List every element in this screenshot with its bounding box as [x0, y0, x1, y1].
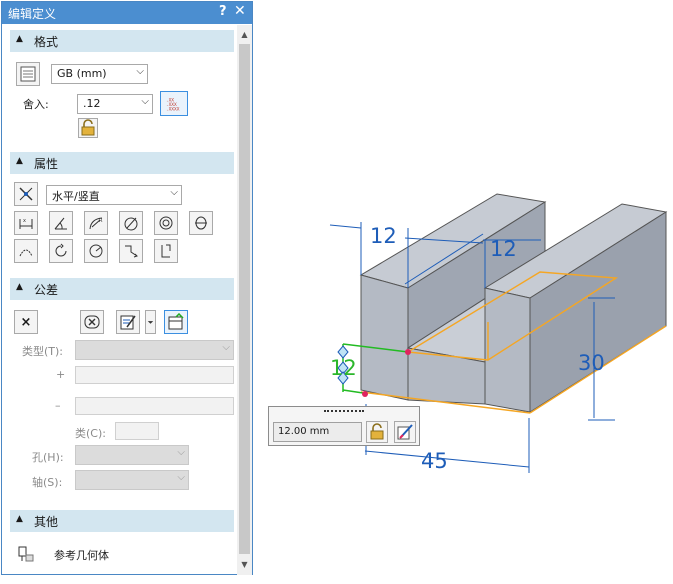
svg-text:x: x — [23, 218, 26, 224]
chevron-down-icon: ⌵ — [136, 66, 144, 77]
chevron-down-icon: ⌵ — [222, 342, 230, 353]
arc-angle-icon[interactable] — [49, 239, 73, 263]
symmetric-diameter-icon[interactable] — [189, 211, 213, 235]
leader-dimension-icon[interactable] — [119, 239, 143, 263]
title-bar: 编辑定义 ? ✕ — [2, 2, 252, 24]
collapse-triangle-icon: ▲ — [16, 514, 23, 524]
dimension-30-text[interactable]: 30 — [578, 351, 605, 375]
chevron-down-icon[interactable] — [145, 310, 156, 334]
dimension-standard-value: GB (mm) — [57, 67, 107, 80]
chevron-down-icon: ⌵ — [177, 447, 185, 458]
attributes-section-header[interactable]: ▲ 属性 — [10, 152, 234, 174]
scroll-down-icon[interactable]: ▼ — [237, 557, 252, 572]
format-section-header[interactable]: ▲ 格式 — [10, 30, 234, 52]
shaft-select[interactable]: ⌵ — [75, 470, 189, 490]
minus-label: – — [55, 399, 61, 412]
drag-handle[interactable] — [324, 410, 364, 412]
dimension-12-right-text[interactable]: 12 — [490, 237, 517, 261]
class-label: 类(C): — [75, 427, 106, 440]
orientation-icon[interactable] — [14, 182, 38, 206]
rounding-label: 舍入: — [23, 98, 49, 111]
tolerance-apply-icon[interactable] — [164, 310, 188, 334]
orientation-value: 水平/竖直 — [52, 190, 100, 203]
tolerance-section-label: 公差 — [34, 283, 59, 297]
chevron-down-icon: ⌵ — [141, 96, 149, 107]
shaft-label: 轴(S): — [32, 476, 63, 489]
rounding-value: .12 — [83, 97, 101, 110]
tolerance-edit-icon[interactable] — [116, 310, 140, 334]
right-prong-front-face — [484, 287, 531, 413]
lock-icon[interactable] — [78, 118, 98, 138]
precision-button[interactable]: .XX .XXX .XXXX — [160, 91, 188, 116]
radius-dimension-icon[interactable]: R — [84, 211, 108, 235]
chevron-down-icon: ⌵ — [170, 187, 178, 198]
reference-geometry-label: 参考几何体 — [54, 549, 109, 562]
attributes-section-label: 属性 — [34, 157, 59, 171]
plus-label: + — [56, 368, 66, 381]
chamfer-dimension-icon[interactable] — [154, 239, 178, 263]
hole-select[interactable]: ⌵ — [75, 445, 189, 465]
collapse-triangle-icon: ▲ — [16, 156, 23, 166]
angle-dimension-icon[interactable] — [49, 211, 73, 235]
dimension-45-text[interactable]: 45 — [421, 449, 448, 473]
collapse-triangle-icon: ▲ — [16, 34, 23, 44]
edit-dimension-icon[interactable] — [394, 421, 416, 443]
svg-text:R: R — [99, 218, 103, 224]
clear-tolerance-button[interactable]: × — [14, 310, 38, 334]
tolerance-type-select[interactable]: ⌵ — [75, 340, 234, 360]
concentric-circle-icon[interactable] — [154, 211, 178, 235]
scrollbar-thumb[interactable] — [239, 44, 250, 554]
dialog-title: 编辑定义 — [8, 7, 57, 21]
tolerance-section-header[interactable]: ▲ 公差 — [10, 278, 234, 300]
format-section-label: 格式 — [34, 35, 59, 49]
tolerance-x-icon[interactable] — [80, 310, 104, 334]
lock-icon[interactable] — [366, 421, 388, 443]
chevron-down-icon: ⌵ — [177, 472, 185, 483]
close-button[interactable]: ✕ — [234, 3, 246, 19]
dimension-12-left-text[interactable]: 12 — [370, 224, 397, 248]
chamfer-angle-icon[interactable] — [84, 239, 108, 263]
reference-geometry-icon[interactable] — [14, 542, 38, 566]
diameter-dimension-icon[interactable] — [119, 211, 143, 235]
minus-tolerance-input[interactable] — [75, 397, 234, 415]
left-prong-front-face — [360, 274, 409, 401]
scroll-up-icon[interactable]: ▲ — [237, 27, 252, 42]
other-section-header[interactable]: ▲ 其他 — [10, 510, 234, 532]
linear-dimension-icon[interactable]: x — [14, 211, 38, 235]
selected-dimension-text[interactable]: 12 — [330, 356, 357, 380]
model-drawing: 12 12 30 45 12 — [329, 193, 668, 473]
orientation-select[interactable]: 水平/竖直 ⌵ — [46, 185, 182, 205]
type-label: 类型(T): — [22, 345, 64, 358]
class-input[interactable] — [115, 422, 159, 440]
svg-text:.XXXX: .XXXX — [166, 106, 180, 112]
hole-label: 孔(H): — [32, 451, 64, 464]
edit-definition-panel: 编辑定义 ? ✕ ▲ 格式 GB (mm) ⌵ 舍入: .12 ⌵ .XX .XX… — [1, 1, 253, 575]
dimension-value-input[interactable]: 12.00 mm — [273, 422, 362, 442]
dimension-edit-box: 12.00 mm — [268, 406, 420, 446]
rounding-select[interactable]: .12 ⌵ — [77, 94, 153, 114]
vertical-scrollbar[interactable]: ▲ ▼ — [237, 25, 252, 575]
arc-length-icon[interactable] — [14, 239, 38, 263]
dimension-standard-select[interactable]: GB (mm) ⌵ — [51, 64, 148, 84]
other-section-label: 其他 — [34, 515, 59, 529]
plus-tolerance-input[interactable] — [75, 366, 234, 384]
help-button[interactable]: ? — [219, 4, 227, 19]
collapse-triangle-icon: ▲ — [16, 282, 23, 292]
dimension-style-icon[interactable] — [16, 62, 40, 86]
model-viewport[interactable]: 12 12 30 45 12 — [255, 0, 673, 584]
